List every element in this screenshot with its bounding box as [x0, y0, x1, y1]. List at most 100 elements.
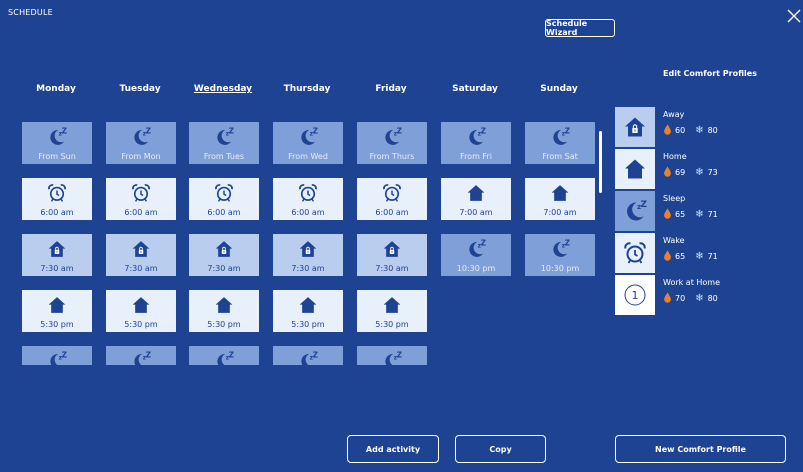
- svg-text:1: 1: [632, 289, 639, 302]
- tile-time-label: 7:30 am: [207, 264, 241, 273]
- heat-setpoint: 69: [675, 168, 686, 177]
- custom-icon: 1: [615, 275, 655, 315]
- schedule-tile-alarm[interactable]: 6:00 am: [106, 178, 176, 220]
- page-title: SCHEDULE: [8, 8, 53, 17]
- profile-wake[interactable]: Wake 65 ❄ 71: [615, 233, 775, 273]
- sleep-icon: zZ: [466, 122, 487, 151]
- schedule-tile-sleep[interactable]: z Z From Wed: [273, 122, 343, 164]
- tile-time-label: From Sat: [542, 152, 578, 161]
- sleep-icon: zZ: [131, 346, 152, 365]
- alarm-icon: [214, 178, 234, 207]
- svg-text:Z: Z: [146, 127, 151, 136]
- schedule-tile-sleep[interactable]: zZ: [189, 346, 259, 365]
- schedule-tile-sleep[interactable]: z Z From Sat: [525, 122, 595, 164]
- schedule-tile-alarm[interactable]: 6:00 am: [273, 178, 343, 220]
- schedule-tile-sleep[interactable]: zZ: [22, 346, 92, 365]
- away-icon: [131, 234, 151, 263]
- schedule-scrollbar[interactable]: [599, 131, 602, 193]
- close-icon[interactable]: [786, 8, 802, 24]
- tile-time-label: 5:30 pm: [207, 320, 241, 329]
- heat-setpoint: 60: [675, 126, 686, 135]
- home-icon: [214, 290, 234, 319]
- schedule-tile-sleep[interactable]: z Z 10:30 pm: [441, 234, 511, 276]
- day-header-friday[interactable]: Friday: [356, 84, 426, 94]
- schedule-tile-alarm[interactable]: 6:00 am: [22, 178, 92, 220]
- tile-time-label: 6:00 am: [375, 208, 409, 217]
- schedule-tile-home[interactable]: 5:30 pm: [357, 290, 427, 332]
- svg-text:Z: Z: [481, 239, 486, 248]
- sleep-icon: zZ: [298, 346, 319, 365]
- profile-name: Work at Home: [663, 278, 721, 287]
- tile-time-label: 7:30 am: [40, 264, 74, 273]
- home-icon: [47, 290, 67, 319]
- new-comfort-profile-button[interactable]: New Comfort Profile: [615, 435, 786, 463]
- tile-time-label: 5:30 pm: [40, 320, 74, 329]
- day-header-thursday[interactable]: Thursday: [272, 84, 342, 94]
- add-activity-button[interactable]: Add activity: [347, 435, 439, 463]
- day-header-sunday[interactable]: Sunday: [524, 84, 594, 94]
- schedule-tile-home[interactable]: 7:00 am: [525, 178, 595, 220]
- schedule-tile-away[interactable]: 7:30 am: [357, 234, 427, 276]
- schedule-tile-alarm[interactable]: 6:00 am: [189, 178, 259, 220]
- schedule-tile-home[interactable]: 5:30 pm: [106, 290, 176, 332]
- away-icon: [298, 234, 318, 263]
- schedule-tile-sleep[interactable]: z Z From Sun: [22, 122, 92, 164]
- heat-drop-icon: [663, 292, 675, 305]
- profile-work-at-home[interactable]: 1 Work at Home 70 ❄ 80: [615, 275, 775, 315]
- heat-drop-icon: [663, 250, 675, 263]
- schedule-tile-sleep[interactable]: z Z 10:30 pm: [525, 234, 595, 276]
- profile-sleep[interactable]: z Z Sleep 65 ❄ 71: [615, 191, 775, 231]
- tile-time-label: 10:30 pm: [540, 264, 580, 273]
- profiles-title: Edit Comfort Profiles: [663, 69, 757, 78]
- tile-time-label: From Sun: [38, 152, 76, 161]
- tile-time-label: 5:30 pm: [124, 320, 158, 329]
- schedule-tile-sleep[interactable]: z Z From Thurs: [357, 122, 427, 164]
- profile-name: Home: [663, 152, 687, 161]
- schedule-tile-away[interactable]: 7:30 am: [189, 234, 259, 276]
- alarm-icon: [47, 178, 67, 207]
- schedule-tile-away[interactable]: 7:30 am: [22, 234, 92, 276]
- schedule-tile-sleep[interactable]: z Z From Mon: [106, 122, 176, 164]
- tile-time-label: 7:30 am: [291, 264, 325, 273]
- tile-time-label: 6:00 am: [207, 208, 241, 217]
- schedule-tile-home[interactable]: 5:30 pm: [22, 290, 92, 332]
- schedule-wizard-button[interactable]: Schedule Wizard: [545, 19, 615, 37]
- schedule-tile-sleep[interactable]: z Z From Tues: [189, 122, 259, 164]
- schedule-tile-sleep[interactable]: zZ: [106, 346, 176, 365]
- day-header-wednesday[interactable]: Wednesday: [188, 84, 258, 94]
- heat-drop-icon: [663, 208, 675, 221]
- tile-time-label: From Mon: [121, 152, 161, 161]
- snowflake-icon: ❄: [695, 209, 704, 220]
- day-header-tuesday[interactable]: Tuesday: [105, 84, 175, 94]
- snowflake-icon: ❄: [695, 293, 704, 304]
- tile-time-label: From Tues: [203, 152, 245, 161]
- day-header-saturday[interactable]: Saturday: [440, 84, 510, 94]
- home-icon: [131, 290, 151, 319]
- heat-setpoint: 65: [675, 252, 686, 261]
- away-icon: [382, 234, 402, 263]
- sleep-icon: zZ: [47, 122, 68, 151]
- schedule-tile-home[interactable]: 5:30 pm: [273, 290, 343, 332]
- sleep-icon: zZ: [47, 346, 68, 365]
- cool-setpoint: 80: [707, 126, 718, 135]
- tile-time-label: 7:00 am: [459, 208, 493, 217]
- profile-home[interactable]: Home 69 ❄ 73: [615, 149, 775, 189]
- sleep-icon: zZ: [466, 234, 487, 263]
- schedule-tile-sleep[interactable]: z Z From Fri: [441, 122, 511, 164]
- tile-time-label: 7:30 am: [375, 264, 409, 273]
- schedule-tile-away[interactable]: 7:30 am: [273, 234, 343, 276]
- schedule-tile-sleep[interactable]: zZ: [273, 346, 343, 365]
- copy-button[interactable]: Copy: [455, 435, 546, 463]
- profile-away[interactable]: Away 60 ❄ 80: [615, 107, 775, 147]
- day-header-monday[interactable]: Monday: [21, 84, 91, 94]
- schedule-tile-home[interactable]: 7:00 am: [441, 178, 511, 220]
- tile-time-label: 6:00 am: [124, 208, 158, 217]
- snowflake-icon: ❄: [695, 167, 704, 178]
- schedule-tile-away[interactable]: 7:30 am: [106, 234, 176, 276]
- tile-time-label: 5:30 pm: [291, 320, 325, 329]
- schedule-tile-home[interactable]: 5:30 pm: [189, 290, 259, 332]
- sleep-icon: zZ: [382, 122, 403, 151]
- schedule-tile-alarm[interactable]: 6:00 am: [357, 178, 427, 220]
- schedule-tile-sleep[interactable]: zZ: [357, 346, 427, 365]
- alarm-icon: [382, 178, 402, 207]
